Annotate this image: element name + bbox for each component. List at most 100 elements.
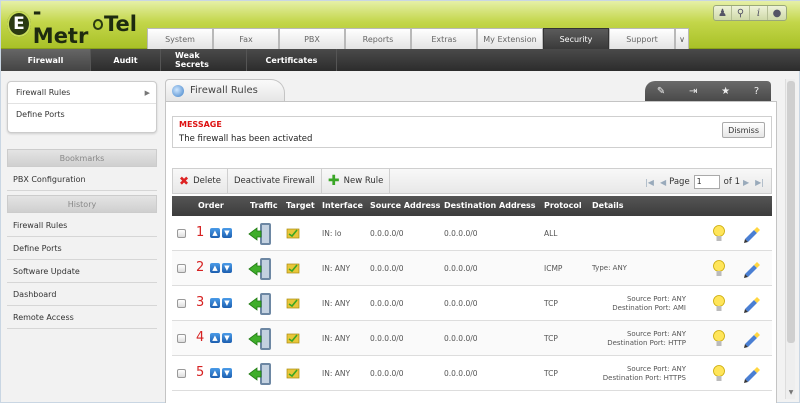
star-icon[interactable]: ★ (721, 86, 730, 97)
interface-cell: IN: ANY (322, 369, 351, 378)
first-page-icon[interactable]: |◀ (645, 178, 654, 187)
pin-icon[interactable]: ⇥ (689, 86, 697, 97)
tab-my-extension[interactable]: My Extension (477, 28, 543, 49)
delete-label: Delete (193, 176, 221, 186)
bulb-icon[interactable] (712, 329, 726, 349)
logo[interactable]: E -Metr Tel (7, 0, 137, 48)
edit-rule-icon[interactable] (742, 364, 762, 384)
protocol-cell: ICMP (544, 264, 563, 273)
col-protocol[interactable]: Protocol (544, 196, 582, 216)
scroll-down-icon[interactable]: ▼ (786, 389, 796, 399)
page-input[interactable]: 1 (693, 175, 720, 189)
source-cell: 0.0.0.0/0 (370, 229, 404, 238)
history-define-ports[interactable]: Define Ports (7, 238, 157, 260)
col-destination[interactable]: Destination Address (444, 196, 536, 216)
target-accept-icon (286, 263, 300, 274)
tab-security[interactable]: Security (543, 28, 609, 49)
last-page-icon[interactable]: ▶| (755, 178, 764, 187)
details-cell: Source Port: ANY Destination Port: AMI (586, 286, 686, 321)
move-up-icon[interactable]: ▲ (210, 333, 220, 343)
row-checkbox[interactable] (177, 229, 186, 238)
delete-button[interactable]: ✖ Delete (173, 168, 228, 194)
col-details[interactable]: Details (592, 196, 624, 216)
tab-support[interactable]: Support (609, 28, 675, 49)
move-up-icon[interactable]: ▲ (210, 263, 220, 273)
row-checkbox[interactable] (177, 369, 186, 378)
tab-system[interactable]: System (147, 28, 213, 49)
move-down-icon[interactable]: ▼ (222, 368, 232, 378)
help-icon[interactable]: ? (754, 86, 759, 97)
flame-icon[interactable]: ● (768, 6, 786, 20)
move-down-icon[interactable]: ▼ (222, 228, 232, 238)
bulb-icon[interactable] (712, 294, 726, 314)
destination-cell: 0.0.0.0/0 (444, 369, 478, 378)
details-destination-port: Destination Port: HTTPS (602, 373, 686, 382)
dismiss-button[interactable]: Dismiss (722, 122, 765, 138)
row-checkbox[interactable] (177, 264, 186, 273)
tab-extras[interactable]: Extras (411, 28, 477, 49)
tab-pbx[interactable]: PBX (279, 28, 345, 49)
chevron-down-icon[interactable]: ∨ (675, 28, 689, 49)
tab-fax[interactable]: Fax (213, 28, 279, 49)
deactivate-firewall-button[interactable]: Deactivate Firewall (228, 168, 322, 194)
scrollbar-thumb[interactable] (787, 81, 795, 343)
user-icon[interactable]: ♟ (714, 6, 732, 20)
move-down-icon[interactable]: ▼ (222, 298, 232, 308)
scrollbar[interactable]: ▼ (785, 79, 795, 399)
tab-reports[interactable]: Reports (345, 28, 411, 49)
subtab-firewall[interactable]: Firewall (1, 49, 91, 71)
rule-rows: 1 ▲ ▼ IN: lo 0.0.0.0/0 0.0.0.0/0 ALL 2 ▲… (172, 216, 772, 391)
col-target[interactable]: Target (286, 196, 315, 216)
bookmark-pbx-configuration[interactable]: PBX Configuration (7, 169, 157, 191)
edit-icon[interactable]: ✎ (657, 86, 665, 97)
move-down-icon[interactable]: ▼ (222, 333, 232, 343)
details-source-port: Source Port: ANY (626, 364, 686, 373)
bulb-icon[interactable] (712, 224, 726, 244)
col-source[interactable]: Source Address (370, 196, 440, 216)
subtab-audit[interactable]: Audit (91, 49, 161, 71)
bulb-icon[interactable] (712, 259, 726, 279)
bulb-icon[interactable] (712, 364, 726, 384)
move-down-icon[interactable]: ▼ (222, 263, 232, 273)
sidebar-item-firewall-rules[interactable]: Firewall Rules ▶ (8, 82, 156, 104)
history-remote-access[interactable]: Remote Access (7, 307, 157, 329)
toolbar: ✖ Delete Deactivate Firewall ✚ New Rule … (172, 168, 772, 194)
history-firewall-rules[interactable]: Firewall Rules (7, 215, 157, 237)
order-number: 2 (196, 260, 205, 275)
search-icon[interactable]: ⚲ (732, 6, 750, 20)
interface-cell: IN: ANY (322, 264, 351, 273)
table-row: 1 ▲ ▼ IN: lo 0.0.0.0/0 0.0.0.0/0 ALL (172, 216, 772, 251)
col-traffic[interactable]: Traffic (250, 196, 278, 216)
source-cell: 0.0.0.0/0 (370, 299, 404, 308)
history-software-update[interactable]: Software Update (7, 261, 157, 283)
new-rule-button[interactable]: ✚ New Rule (322, 168, 391, 194)
destination-cell: 0.0.0.0/0 (444, 264, 478, 273)
edit-rule-icon[interactable] (742, 259, 762, 279)
edit-rule-icon[interactable] (742, 329, 762, 349)
sidebar: Firewall Rules ▶ Define Ports Bookmarks … (1, 71, 161, 403)
protocol-cell: ALL (544, 229, 558, 238)
edit-rule-icon[interactable] (742, 224, 762, 244)
move-up-icon[interactable]: ▲ (210, 228, 220, 238)
edit-rule-icon[interactable] (742, 294, 762, 314)
details-cell: Source Port: ANY Destination Port: HTTPS (586, 356, 686, 391)
prev-page-icon[interactable]: ◀ (660, 178, 666, 187)
col-interface[interactable]: Interface (322, 196, 363, 216)
globe-icon (172, 84, 184, 97)
row-checkbox[interactable] (177, 299, 186, 308)
sidebar-item-define-ports[interactable]: Define Ports (8, 104, 156, 126)
details-cell: Type: ANY (592, 251, 692, 286)
subtab-certificates[interactable]: Certificates (247, 49, 337, 71)
subtab-weak-secrets[interactable]: Weak Secrets (161, 49, 247, 71)
info-icon[interactable]: i (750, 6, 768, 20)
history-dashboard[interactable]: Dashboard (7, 284, 157, 306)
row-checkbox[interactable] (177, 334, 186, 343)
new-rule-label: New Rule (343, 176, 384, 186)
main-tabs: System Fax PBX Reports Extras My Extensi… (147, 28, 689, 49)
next-page-icon[interactable]: ▶ (743, 178, 749, 187)
logo-text-part-1: -Metr (32, 0, 89, 48)
move-up-icon[interactable]: ▲ (210, 368, 220, 378)
col-order[interactable]: Order (198, 196, 224, 216)
table-row: 4 ▲ ▼ IN: ANY 0.0.0.0/0 0.0.0.0/0 TCP So… (172, 321, 772, 356)
move-up-icon[interactable]: ▲ (210, 298, 220, 308)
